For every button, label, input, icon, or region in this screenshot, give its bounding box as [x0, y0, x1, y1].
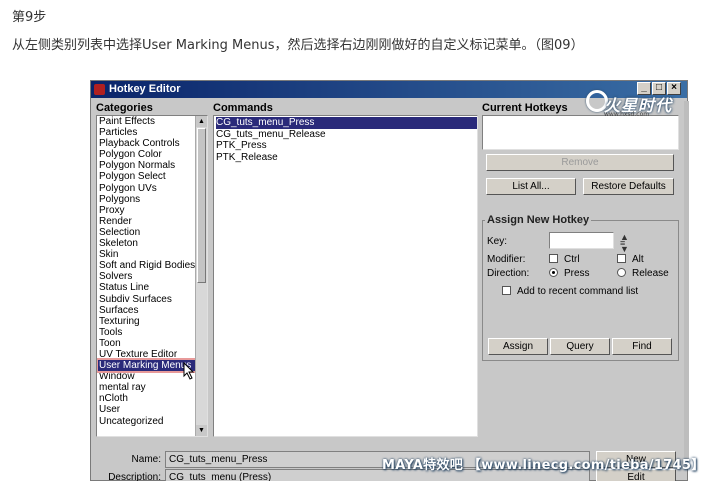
- category-item[interactable]: Polygon Color: [99, 149, 193, 160]
- list-all-button[interactable]: List All...: [486, 178, 576, 195]
- category-item[interactable]: Uncategorized: [99, 416, 193, 427]
- category-item[interactable]: Playback Controls: [99, 138, 193, 149]
- scroll-down-icon[interactable]: ▼: [196, 425, 207, 436]
- category-item[interactable]: Texturing: [99, 316, 193, 327]
- maya-app-icon: [94, 84, 105, 95]
- category-item[interactable]: mental ray: [99, 382, 193, 393]
- find-button[interactable]: Find: [612, 338, 672, 355]
- command-item[interactable]: CG_tuts_menu_Press: [216, 117, 477, 129]
- step-description: 从左侧类别列表中选择User Marking Menus，然后选择右边刚刚做好的…: [12, 38, 584, 53]
- command-item[interactable]: CG_tuts_menu_Release: [216, 129, 477, 141]
- category-item[interactable]: Tools: [99, 327, 193, 338]
- categories-scrollbar[interactable]: ▲ ▼: [195, 116, 207, 436]
- name-label: Name:: [131, 454, 161, 465]
- press-label: Press: [564, 268, 590, 279]
- commands-label: Commands: [213, 102, 273, 114]
- assign-new-hotkey-group: Assign New Hotkey Key: ▲ ≡ ▼ Modifier: Ctr…: [482, 214, 679, 361]
- hotkey-editor-window: Hotkey Editor _ □ × Categories Commands …: [90, 80, 689, 481]
- scroll-thumb[interactable]: [197, 128, 206, 283]
- key-input[interactable]: [549, 232, 614, 249]
- press-radio[interactable]: [549, 268, 558, 277]
- window-title: Hotkey Editor: [109, 83, 181, 95]
- category-item[interactable]: Selection: [99, 227, 193, 238]
- category-item[interactable]: UV Texture Editor: [99, 349, 193, 360]
- current-hotkeys-label: Current Hotkeys: [482, 102, 568, 114]
- category-item[interactable]: Skin: [99, 249, 193, 260]
- ctrl-checkbox[interactable]: [549, 254, 558, 263]
- category-item[interactable]: Polygon UVs: [99, 183, 193, 194]
- mouse-cursor-icon: [183, 362, 195, 380]
- query-button[interactable]: Query: [550, 338, 610, 355]
- category-item[interactable]: Paint Effects: [99, 116, 193, 127]
- hxsd-logo: 火星时代 www.hxsd.com: [586, 88, 686, 120]
- assign-new-hotkey-label: Assign New Hotkey: [485, 214, 592, 226]
- key-label: Key:: [487, 236, 508, 247]
- category-item[interactable]: Skeleton: [99, 238, 193, 249]
- command-item[interactable]: PTK_Press: [216, 140, 477, 152]
- category-item[interactable]: Proxy: [99, 205, 193, 216]
- alt-label: Alt: [632, 254, 644, 265]
- category-item[interactable]: Subdiv Surfaces: [99, 294, 193, 305]
- category-item[interactable]: Status Line: [99, 282, 193, 293]
- category-item[interactable]: Render: [99, 216, 193, 227]
- release-radio[interactable]: [617, 268, 626, 277]
- category-item[interactable]: Surfaces: [99, 305, 193, 316]
- window-scrollbar[interactable]: [684, 101, 689, 461]
- category-item[interactable]: Window: [99, 371, 193, 382]
- description-label: Description:: [108, 472, 161, 481]
- category-item[interactable]: Polygons: [99, 194, 193, 205]
- current-hotkeys-list[interactable]: [482, 115, 679, 150]
- category-item[interactable]: Particles: [99, 127, 193, 138]
- recent-command-checkbox[interactable]: [502, 286, 511, 295]
- direction-label: Direction:: [487, 268, 530, 279]
- command-item[interactable]: PTK_Release: [216, 152, 477, 164]
- category-item[interactable]: Toon: [99, 338, 193, 349]
- category-item[interactable]: User: [99, 404, 193, 415]
- watermark-text: MAYA特效吧 【www.linecg.com/tieba/1745】: [382, 458, 705, 473]
- alt-checkbox[interactable]: [617, 254, 626, 263]
- step-heading: 第9步: [12, 10, 47, 25]
- scroll-up-icon[interactable]: ▲: [196, 116, 207, 127]
- recent-command-label: Add to recent command list: [517, 286, 639, 297]
- category-item[interactable]: Solvers: [99, 271, 193, 282]
- ctrl-label: Ctrl: [564, 254, 580, 265]
- category-item[interactable]: Soft and Rigid Bodies: [99, 260, 195, 271]
- logo-subtext: www.hxsd.com: [604, 111, 650, 118]
- key-spinner-icon[interactable]: ▲ ≡ ▼: [620, 233, 629, 254]
- assign-button[interactable]: Assign: [488, 338, 548, 355]
- categories-label: Categories: [96, 102, 153, 114]
- restore-defaults-button[interactable]: Restore Defaults: [583, 178, 674, 195]
- category-item[interactable]: Polygon Select: [99, 171, 193, 182]
- modifier-label: Modifier:: [487, 254, 526, 265]
- category-item[interactable]: nCloth: [99, 393, 193, 404]
- release-label: Release: [632, 268, 669, 279]
- remove-button[interactable]: Remove: [486, 154, 674, 171]
- commands-list[interactable]: CG_tuts_menu_Press CG_tuts_menu_Release PT…: [213, 115, 478, 437]
- category-item[interactable]: Polygon Normals: [99, 160, 193, 171]
- categories-list[interactable]: Paint Effects Particles Playback Controls P…: [96, 115, 208, 437]
